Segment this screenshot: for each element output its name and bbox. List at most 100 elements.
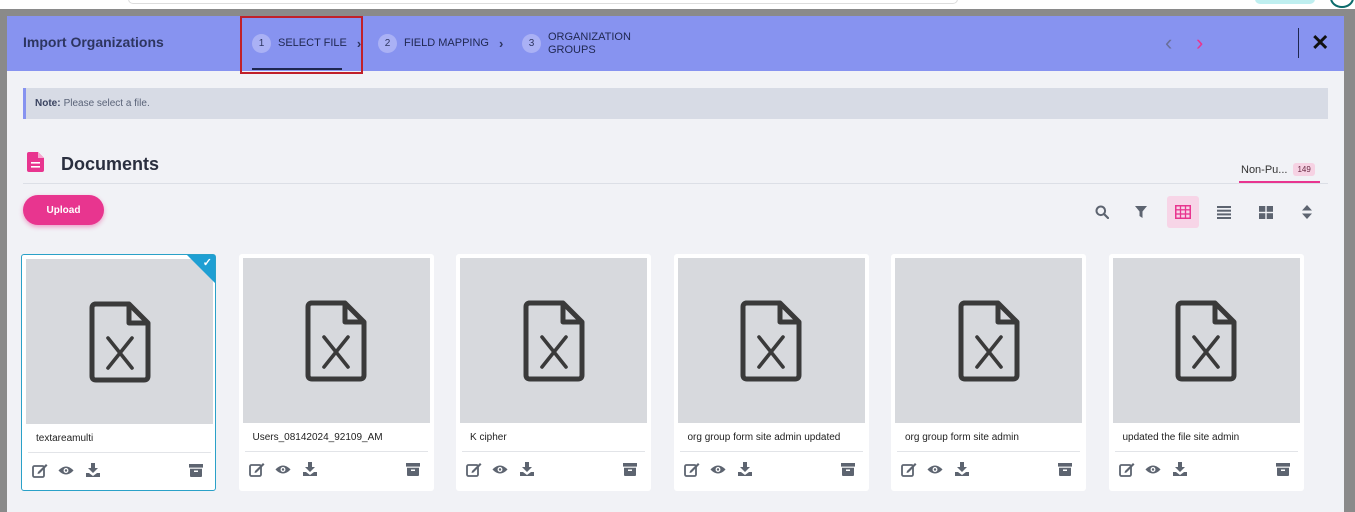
step-organization-groups[interactable]: 3 ORGANIZATION GROUPS (522, 16, 634, 71)
archive-icon (840, 462, 855, 476)
archive-button[interactable] (840, 461, 856, 477)
filter-button[interactable] (1125, 196, 1157, 228)
eye-icon (274, 465, 291, 473)
document-card[interactable]: updated the file site admin (1108, 254, 1304, 491)
tab-non-published[interactable]: Non-Pu... 149 (1241, 163, 1315, 176)
card-divider (462, 451, 645, 452)
profile-icon[interactable] (1330, 0, 1354, 8)
close-button[interactable]: ✕ (1311, 30, 1329, 56)
view-button[interactable] (274, 461, 291, 477)
edit-icon (32, 463, 48, 478)
document-thumbnail[interactable] (677, 258, 865, 423)
edit-button[interactable] (466, 461, 482, 477)
view-button[interactable] (927, 461, 943, 477)
download-icon (302, 462, 317, 476)
document-name: org group form site admin (905, 432, 1019, 443)
step-label: ORGANIZATION GROUPS (548, 30, 631, 56)
document-name: K cipher (470, 432, 507, 443)
edit-icon (248, 462, 264, 477)
view-button[interactable] (709, 461, 726, 477)
step-highlight (240, 16, 363, 74)
document-thumbnail[interactable] (895, 258, 1082, 423)
chevron-right-icon: › (498, 36, 504, 51)
document-thumbnail[interactable] (460, 258, 647, 423)
archive-icon (189, 463, 203, 477)
card-divider (679, 451, 863, 452)
document-card[interactable]: Users_08142024_92109_AM (238, 254, 434, 491)
document-name: textareamulti (36, 433, 94, 444)
edit-button[interactable] (683, 461, 700, 477)
view-button[interactable] (1144, 461, 1161, 477)
document-card[interactable]: org group form site admin (891, 254, 1086, 491)
address-bar[interactable] (128, 0, 958, 4)
sort-icon (1302, 205, 1312, 219)
edit-icon (1118, 462, 1134, 477)
excel-file-icon (89, 301, 150, 382)
archive-button[interactable] (622, 461, 638, 477)
eye-icon (927, 465, 943, 473)
document-card[interactable]: org group form site admin updated (673, 254, 869, 491)
check-icon: ✓ (202, 257, 212, 269)
edit-button[interactable] (248, 461, 265, 477)
edit-button[interactable] (1118, 461, 1135, 477)
download-icon (737, 462, 752, 476)
card-divider (897, 451, 1080, 452)
download-button[interactable] (1172, 461, 1188, 477)
step-number: 3 (522, 34, 541, 53)
download-icon (1172, 462, 1187, 476)
download-button[interactable] (85, 462, 101, 478)
list-icon (1217, 205, 1231, 219)
step-field-mapping[interactable]: 2 FIELD MAPPING › (378, 16, 503, 71)
document-name: updated the file site admin (1122, 432, 1240, 443)
note-banner: Note: Please select a file. (23, 88, 1328, 119)
tab-count-badge: 149 (1293, 163, 1315, 176)
download-button[interactable] (737, 461, 753, 477)
edit-icon (466, 462, 482, 477)
browser-button[interactable] (1255, 0, 1315, 4)
tab-label: Non-Pu... (1241, 163, 1288, 176)
download-button[interactable] (954, 461, 970, 477)
view-button[interactable] (58, 462, 74, 478)
modal-title: Import Organizations (23, 34, 164, 50)
header-divider (1298, 28, 1299, 58)
file-text-icon (27, 152, 44, 172)
filter-icon (1135, 206, 1147, 218)
excel-file-icon (740, 300, 802, 381)
document-card[interactable]: K cipher (456, 254, 651, 491)
eye-icon (58, 466, 74, 474)
edit-icon (901, 462, 917, 477)
search-button[interactable] (1086, 196, 1118, 228)
download-button[interactable] (302, 461, 318, 477)
card-divider (28, 452, 211, 453)
archive-button[interactable] (405, 461, 421, 477)
document-thumbnail[interactable] (26, 259, 213, 424)
download-button[interactable] (519, 461, 535, 477)
table-view-button[interactable] (1167, 196, 1199, 228)
upload-button[interactable]: Upload (23, 195, 104, 225)
document-card[interactable]: textareamulti ✓ (21, 254, 216, 491)
archive-icon (623, 462, 637, 476)
card-divider (1114, 451, 1298, 452)
search-icon (1095, 205, 1109, 219)
view-button[interactable] (492, 461, 508, 477)
browser-top-strip (0, 0, 1355, 9)
document-thumbnail[interactable] (242, 258, 430, 423)
step-label: FIELD MAPPING (404, 37, 489, 49)
note-label: Note: (35, 98, 61, 109)
tile-view-button[interactable] (1250, 196, 1282, 228)
card-divider (244, 451, 428, 452)
archive-icon (1058, 462, 1072, 476)
edit-button[interactable] (901, 461, 917, 477)
archive-button[interactable] (1275, 461, 1291, 477)
edit-button[interactable] (32, 462, 48, 478)
step-number: 2 (378, 34, 397, 53)
next-step-button[interactable]: › (1196, 30, 1203, 56)
eye-icon (709, 465, 726, 473)
sort-button[interactable] (1291, 196, 1323, 228)
archive-button[interactable] (1057, 461, 1073, 477)
download-icon (520, 462, 534, 476)
archive-button[interactable] (188, 462, 204, 478)
list-view-button[interactable] (1208, 196, 1240, 228)
document-thumbnail[interactable] (1112, 258, 1300, 423)
prev-step-button[interactable]: ‹ (1165, 30, 1172, 56)
